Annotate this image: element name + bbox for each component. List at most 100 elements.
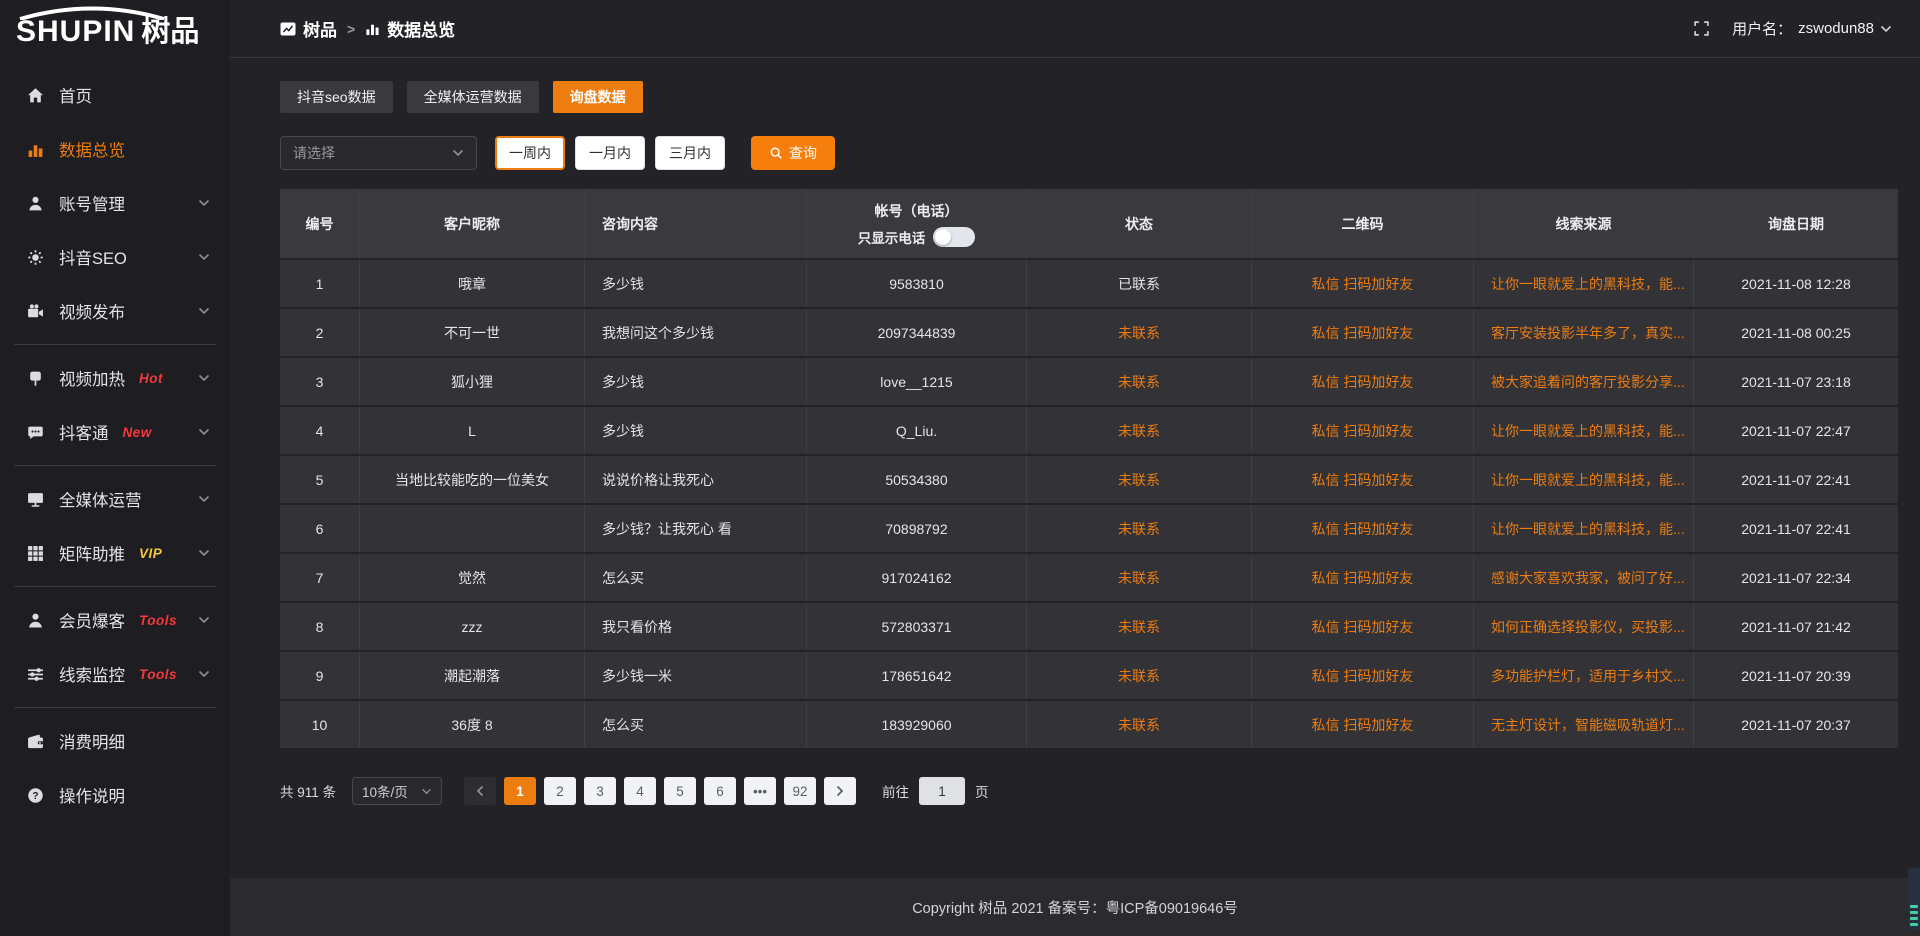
table-row: 6 多少钱？让我死心 看 70898792 未联系 私信 扫码加好友 让你一眼就… xyxy=(280,503,1898,552)
bar-chart-icon xyxy=(365,21,380,36)
cell-qrcode-link[interactable]: 私信 扫码加好友 xyxy=(1252,554,1474,601)
sidebar-item-media[interactable]: 全媒体运营 xyxy=(0,472,230,526)
cell-status: 未联系 xyxy=(1027,701,1252,748)
breadcrumb-home[interactable]: 树品 xyxy=(280,16,337,41)
filter-select[interactable]: 请选择 xyxy=(280,136,477,170)
sidebar-item-label: 首页 xyxy=(59,83,92,107)
fullscreen-icon[interactable] xyxy=(1693,20,1710,37)
sidebar-item-label: 抖音SEO xyxy=(59,245,127,269)
col-header-status: 状态 xyxy=(1027,189,1252,258)
cell-qrcode-link[interactable]: 私信 扫码加好友 xyxy=(1252,358,1474,405)
cell-date: 2021-11-08 00:25 xyxy=(1694,309,1898,356)
cell-source-link[interactable]: 让你一眼就爱上的黑科技，能... xyxy=(1474,260,1694,307)
sidebar-item-publish[interactable]: 视频发布 xyxy=(0,284,230,338)
query-button[interactable]: 查询 xyxy=(751,136,835,170)
breadcrumb: 树品 > 数据总览 xyxy=(280,16,455,41)
range-button-2[interactable]: 三月内 xyxy=(655,136,725,170)
cell-qrcode-link[interactable]: 私信 扫码加好友 xyxy=(1252,309,1474,356)
sidebar-item-account[interactable]: 账号管理 xyxy=(0,176,230,230)
tab-2[interactable]: 询盘数据 xyxy=(553,81,643,113)
chevron-right-icon xyxy=(836,785,844,797)
cell-source-link[interactable]: 多功能护栏灯，适用于乡村文... xyxy=(1474,652,1694,699)
page-button-active[interactable]: 1 xyxy=(504,777,536,805)
cell-date: 2021-11-07 22:34 xyxy=(1694,554,1898,601)
sidebar-item-home[interactable]: 首页 xyxy=(0,68,230,122)
floating-widget[interactable] xyxy=(1908,868,1920,930)
cell-source-link[interactable]: 如何正确选择投影仪，买投影... xyxy=(1474,603,1694,650)
page-size-select[interactable]: 10条/页 xyxy=(352,777,442,805)
cell-qrcode-link[interactable]: 私信 扫码加好友 xyxy=(1252,652,1474,699)
cell-account: 572803371 xyxy=(807,603,1027,650)
next-page-button[interactable] xyxy=(824,777,856,805)
help-icon: ? xyxy=(26,786,44,804)
user-menu[interactable]: 用户名：zswodun88 xyxy=(1732,18,1892,39)
goto-page-input[interactable] xyxy=(919,777,965,805)
col-header-content: 咨询内容 xyxy=(585,189,807,258)
prev-page-button[interactable] xyxy=(464,777,496,805)
cell-qrcode-link[interactable]: 私信 扫码加好友 xyxy=(1252,456,1474,503)
divider xyxy=(14,344,216,345)
cell-source-link[interactable]: 感谢大家喜欢我家，被问了好... xyxy=(1474,554,1694,601)
sidebar-item-clue[interactable]: 线索监控 Tools xyxy=(0,647,230,701)
tab-0[interactable]: 抖音seo数据 xyxy=(280,81,393,113)
range-button-1[interactable]: 一月内 xyxy=(575,136,645,170)
cell-no: 7 xyxy=(280,554,360,601)
page-ellipsis-button[interactable]: ••• xyxy=(744,777,776,805)
cell-qrcode-link[interactable]: 私信 扫码加好友 xyxy=(1252,701,1474,748)
cell-nickname: 36度 8 xyxy=(360,701,585,748)
total-count: 共 911 条 xyxy=(280,781,336,801)
cell-status: 未联系 xyxy=(1027,358,1252,405)
inquiry-table: 编号 客户昵称 咨询内容 帐号（电话） 只显示电话 状态 二维码 线索来源 询盘… xyxy=(280,189,1898,748)
page-button[interactable]: 6 xyxy=(704,777,736,805)
cell-source-link[interactable]: 客厅安装投影半年多了，真实... xyxy=(1474,309,1694,356)
sidebar-item-overview[interactable]: 数据总览 xyxy=(0,122,230,176)
dashboard-icon xyxy=(280,22,296,36)
topbar: 树品 > 数据总览 用户名：zswodun88 xyxy=(230,0,1920,58)
sidebar-item-seo[interactable]: 抖音SEO xyxy=(0,230,230,284)
cell-source-link[interactable]: 让你一眼就爱上的黑科技，能... xyxy=(1474,407,1694,454)
table-row: 4 L 多少钱 Q_Liu. 未联系 私信 扫码加好友 让你一眼就爱上的黑科技，… xyxy=(280,405,1898,454)
cell-source-link[interactable]: 被大家追着问的客厅投影分享... xyxy=(1474,358,1694,405)
sidebar-item-badge: Hot xyxy=(139,371,163,386)
cell-qrcode-link[interactable]: 私信 扫码加好友 xyxy=(1252,505,1474,552)
sidebar: SHUPIN 树品 首页 数据总览 账号管理 抖音SEO 视频发布 视 xyxy=(0,0,230,936)
sidebar-item-label: 消费明细 xyxy=(59,729,125,753)
sidebar-item-badge: Tools xyxy=(139,667,177,682)
cell-account: 70898792 xyxy=(807,505,1027,552)
table-row: 9 潮起潮落 多少钱一米 178651642 未联系 私信 扫码加好友 多功能护… xyxy=(280,650,1898,699)
cell-qrcode-link[interactable]: 私信 扫码加好友 xyxy=(1252,407,1474,454)
sidebar-item-matrix[interactable]: 矩阵助推 VIP xyxy=(0,526,230,580)
username-label: 用户名： xyxy=(1732,18,1792,39)
date-range-group: 一周内一月内三月内 xyxy=(495,136,725,170)
sidebar-item-help[interactable]: ? 操作说明 xyxy=(0,768,230,822)
home-icon xyxy=(26,86,44,104)
cell-content: 怎么买 xyxy=(585,554,807,601)
page-button[interactable]: 4 xyxy=(624,777,656,805)
filter-select-placeholder: 请选择 xyxy=(293,143,335,163)
cell-content: 说说价格让我死心 xyxy=(585,456,807,503)
tab-1[interactable]: 全媒体运营数据 xyxy=(407,81,539,113)
range-button-0[interactable]: 一周内 xyxy=(495,136,565,170)
page-button[interactable]: 3 xyxy=(584,777,616,805)
sidebar-item-member[interactable]: 会员爆客 Tools xyxy=(0,593,230,647)
logo-text-en: SHUPIN xyxy=(16,17,135,47)
page-button[interactable]: 5 xyxy=(664,777,696,805)
cell-date: 2021-11-07 22:41 xyxy=(1694,505,1898,552)
chevron-down-icon xyxy=(198,428,210,436)
sidebar-item-heat[interactable]: 视频加热 Hot xyxy=(0,351,230,405)
sidebar-item-douketong[interactable]: 抖客通 New xyxy=(0,405,230,459)
cell-source-link[interactable]: 无主灯设计，智能磁吸轨道灯... xyxy=(1474,701,1694,748)
table-row: 1 哦章 多少钱 9583810 已联系 私信 扫码加好友 让你一眼就爱上的黑科… xyxy=(280,258,1898,307)
chat-icon xyxy=(26,423,44,441)
page-button[interactable]: 2 xyxy=(544,777,576,805)
copyright-text: Copyright 树品 2021 备案号：粤ICP备09019646号 xyxy=(912,897,1238,918)
cell-qrcode-link[interactable]: 私信 扫码加好友 xyxy=(1252,260,1474,307)
cell-source-link[interactable]: 让你一眼就爱上的黑科技，能... xyxy=(1474,505,1694,552)
breadcrumb-current[interactable]: 数据总览 xyxy=(365,16,455,41)
sidebar-item-expense[interactable]: 消费明细 xyxy=(0,714,230,768)
phone-only-toggle[interactable] xyxy=(933,227,975,247)
page-button[interactable]: 92 xyxy=(784,777,816,805)
cell-qrcode-link[interactable]: 私信 扫码加好友 xyxy=(1252,603,1474,650)
cell-source-link[interactable]: 让你一眼就爱上的黑科技，能... xyxy=(1474,456,1694,503)
sidebar-item-badge: Tools xyxy=(139,613,177,628)
